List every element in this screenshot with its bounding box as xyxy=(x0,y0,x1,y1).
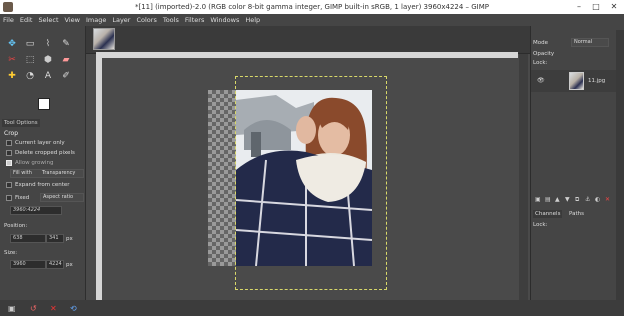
image-tabs xyxy=(86,26,530,54)
mode-label: Mode xyxy=(533,40,548,46)
paint-icon[interactable]: ⬢ xyxy=(42,54,54,66)
rect-select-icon[interactable]: ▭ xyxy=(24,38,36,50)
delete-cropped-checkbox[interactable] xyxy=(6,150,12,156)
duplicate-layer-icon[interactable]: ⧉ xyxy=(575,196,579,204)
tab-paths[interactable]: Paths xyxy=(567,210,586,218)
lower-layer-icon[interactable]: ▼ xyxy=(565,196,570,203)
new-layer-icon[interactable]: ▣ xyxy=(535,196,541,203)
menu-tools[interactable]: Tools xyxy=(160,14,182,26)
lock-label: Lock: xyxy=(533,60,548,66)
expand-from-center-checkbox[interactable] xyxy=(6,182,12,188)
menu-image[interactable]: Image xyxy=(83,14,109,26)
current-layer-only-checkbox[interactable] xyxy=(6,140,12,146)
horizontal-ruler xyxy=(100,52,518,58)
opacity-label: Opacity xyxy=(533,51,555,57)
mask-icon[interactable]: ◐ xyxy=(595,196,600,203)
anchor-icon[interactable]: ⚓ xyxy=(585,196,590,203)
title-bar: *[11] (imported)-2.0 (RGB color 8-bit ga… xyxy=(0,0,624,14)
mode-dropdown[interactable]: Normal xyxy=(571,38,609,47)
dock-scrollbar[interactable] xyxy=(616,30,624,300)
save-options-icon[interactable]: ▣ xyxy=(8,304,16,313)
tab-tool-options[interactable]: Tool Options xyxy=(2,119,40,127)
fill-with-dropdown[interactable]: Fill with Transparency xyxy=(10,169,84,178)
menu-help[interactable]: Help xyxy=(242,14,263,26)
canvas-scrollbar[interactable] xyxy=(519,54,528,300)
fixed-value: Aspect ratio xyxy=(43,194,74,200)
menu-edit[interactable]: Edit xyxy=(17,14,36,26)
raise-layer-icon[interactable]: ▲ xyxy=(555,196,560,203)
maximize-button[interactable]: □ xyxy=(587,1,605,13)
menu-file[interactable]: File xyxy=(0,14,17,26)
expand-from-center-label: Expand from center xyxy=(15,182,70,188)
size-label: Size: xyxy=(4,250,18,256)
fill-with-label: Fill with xyxy=(13,170,32,176)
position-y-field[interactable]: 341 xyxy=(46,234,64,243)
visibility-eye-icon[interactable]: 👁 xyxy=(537,77,545,84)
delete-layer-icon[interactable]: ✕ xyxy=(605,196,610,203)
text-icon[interactable]: A xyxy=(42,70,54,82)
heal-icon[interactable]: ✚ xyxy=(6,70,18,82)
transparent-area xyxy=(208,90,236,266)
size-unit[interactable]: px xyxy=(66,262,73,268)
position-unit[interactable]: px xyxy=(66,236,73,242)
allow-growing-checkbox[interactable] xyxy=(6,160,12,166)
layer-thumbnail xyxy=(569,72,584,90)
tool-name: Crop xyxy=(4,130,19,137)
menu-windows[interactable]: Windows xyxy=(207,14,242,26)
menu-bar: File Edit Select View Image Layer Colors Tools F… xyxy=(0,14,624,26)
ratio-field[interactable]: 3960:4224 xyxy=(10,206,62,215)
reset-options-icon[interactable]: ⟲ xyxy=(70,304,77,313)
fuzzy-select-icon[interactable]: ✎ xyxy=(60,38,72,50)
menu-view[interactable]: View xyxy=(62,14,83,26)
color-picker-icon[interactable]: ✐ xyxy=(60,70,72,82)
foreground-color-swatch[interactable] xyxy=(38,98,50,110)
menu-colors[interactable]: Colors xyxy=(133,14,159,26)
fill-with-value: Transparency xyxy=(42,170,76,176)
fixed-checkbox[interactable] xyxy=(6,195,12,201)
fixed-dropdown[interactable]: Aspect ratio xyxy=(40,193,84,202)
lasso-icon[interactable]: ⌇ xyxy=(42,38,54,50)
position-x-field[interactable]: 638 xyxy=(10,234,46,243)
size-height-field[interactable]: 4224 xyxy=(46,260,64,269)
image-tab-thumbnail[interactable] xyxy=(93,28,115,50)
delete-options-icon[interactable]: ✕ xyxy=(50,304,57,313)
fixed-label: Fixed xyxy=(15,195,30,201)
smudge-icon[interactable]: ◔ xyxy=(24,70,36,82)
window-title: *[11] (imported)-2.0 (RGB color 8-bit ga… xyxy=(134,3,490,11)
layers-dock: Mode Normal Opacity Lock: 👁 11.jpg ▣ ▤ ▲… xyxy=(530,26,624,300)
toolbox-bottom-buttons: ▣ ↺ ✕ ⟲ xyxy=(0,302,86,316)
mode-value: Normal xyxy=(574,39,593,45)
transform-icon[interactable]: ⬚ xyxy=(24,54,36,66)
current-layer-only-label: Current layer only xyxy=(15,140,65,146)
size-width-field[interactable]: 3960 xyxy=(10,260,46,269)
allow-growing-label: Allow growing xyxy=(15,160,54,166)
layer-name[interactable]: 11.jpg xyxy=(588,78,605,84)
close-button[interactable]: ✕ xyxy=(605,1,623,13)
crop-selection-boundary[interactable] xyxy=(235,76,387,290)
restore-options-icon[interactable]: ↺ xyxy=(30,304,37,313)
menu-filters[interactable]: Filters xyxy=(182,14,207,26)
crop-icon[interactable]: ✂ xyxy=(6,54,18,66)
tab-channels[interactable]: Channels xyxy=(533,210,563,218)
menu-select[interactable]: Select xyxy=(35,14,61,26)
layer-row[interactable]: 👁 11.jpg xyxy=(531,70,624,92)
channels-paths-tabs: Channels Paths xyxy=(531,209,624,219)
eraser-icon[interactable]: ▰ xyxy=(60,54,72,66)
menu-layer[interactable]: Layer xyxy=(109,14,133,26)
new-group-icon[interactable]: ▤ xyxy=(545,196,551,203)
position-label: Position: xyxy=(4,223,28,229)
toolbox: ✥ ▭ ⌇ ✎ ✂ ⬚ ⬢ ▰ ✚ ◔ A ✐ Tool Options Cro… xyxy=(0,26,86,313)
move-icon[interactable]: ✥ xyxy=(6,38,18,50)
tool-options-tabs: Tool Options xyxy=(0,118,86,128)
minimize-button[interactable]: – xyxy=(570,1,588,13)
lock-label-channels: Lock: xyxy=(533,222,548,228)
delete-cropped-label: Delete cropped pixels xyxy=(15,150,75,156)
vertical-ruler xyxy=(96,52,102,300)
